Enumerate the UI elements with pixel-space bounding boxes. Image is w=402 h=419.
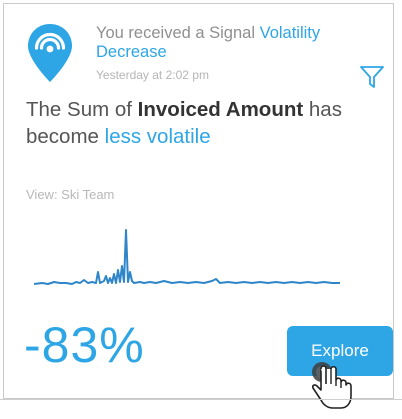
signal-timestamp: Yesterday at 2:02 pm <box>96 68 209 82</box>
signal-card: You received a Signal Volatility Decrease… <box>3 3 394 409</box>
signal-title: You received a Signal Volatility Decrease <box>96 24 386 62</box>
view-label: View: Ski Team <box>26 187 115 202</box>
bottom-divider <box>0 399 402 400</box>
change-percent: -83% <box>24 317 145 373</box>
hand-pointer-icon <box>312 362 352 409</box>
filter-icon[interactable] <box>359 65 385 89</box>
change-description: less volatile <box>104 125 211 148</box>
location-pin-icon <box>28 24 72 82</box>
volatility-sparkline <box>34 229 340 285</box>
signal-headline: The Sum of Invoiced Amount has become les… <box>26 98 342 148</box>
measure-name: Invoiced Amount <box>137 98 304 121</box>
signal-prefix: You received a Signal <box>96 24 260 42</box>
